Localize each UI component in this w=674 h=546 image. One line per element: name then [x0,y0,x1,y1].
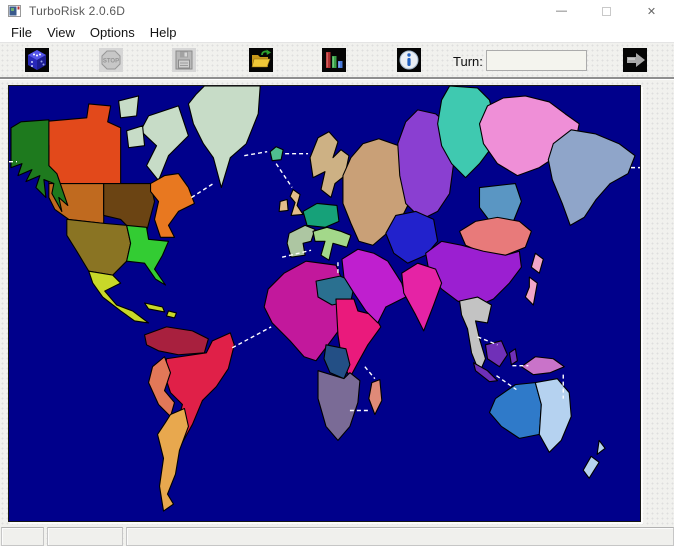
dice-icon[interactable] [25,48,49,72]
svg-text:STOP: STOP [103,59,119,65]
statistics-icon[interactable] [322,48,346,72]
stop-icon[interactable]: STOP [99,48,123,72]
open-folder-icon[interactable] [249,48,273,72]
territory-ireland[interactable] [278,198,289,212]
maximize-button[interactable] [584,0,629,22]
maximize-icon [602,6,611,16]
close-button[interactable]: ✕ [629,0,674,22]
minimize-icon: — [556,5,567,17]
menu-view[interactable]: View [41,23,81,42]
save-icon[interactable] [172,48,196,72]
status-bar [0,527,674,546]
menu-bar: File View Options Help [0,22,674,43]
next-turn-icon[interactable] [623,48,647,72]
status-panel-3 [126,527,674,546]
app-icon [8,5,21,17]
app-window: TurboRisk 2.0.6D — ✕ File View Options H… [0,0,674,546]
minimize-button[interactable]: — [539,0,584,22]
turn-label: Turn: [453,54,483,69]
client-area [0,81,674,546]
window-title: TurboRisk 2.0.6D [29,4,126,18]
title-bar: TurboRisk 2.0.6D — ✕ [0,0,674,22]
info-icon[interactable] [397,48,421,72]
turn-input[interactable] [486,50,587,71]
menu-options[interactable]: Options [84,23,141,42]
world-map [8,85,641,522]
status-panel-2 [47,527,123,546]
menu-file[interactable]: File [5,23,38,42]
close-icon: ✕ [646,5,657,18]
menu-help[interactable]: Help [144,23,183,42]
toolbar: STOP Turn: [0,43,674,77]
status-panel-1 [1,527,44,546]
